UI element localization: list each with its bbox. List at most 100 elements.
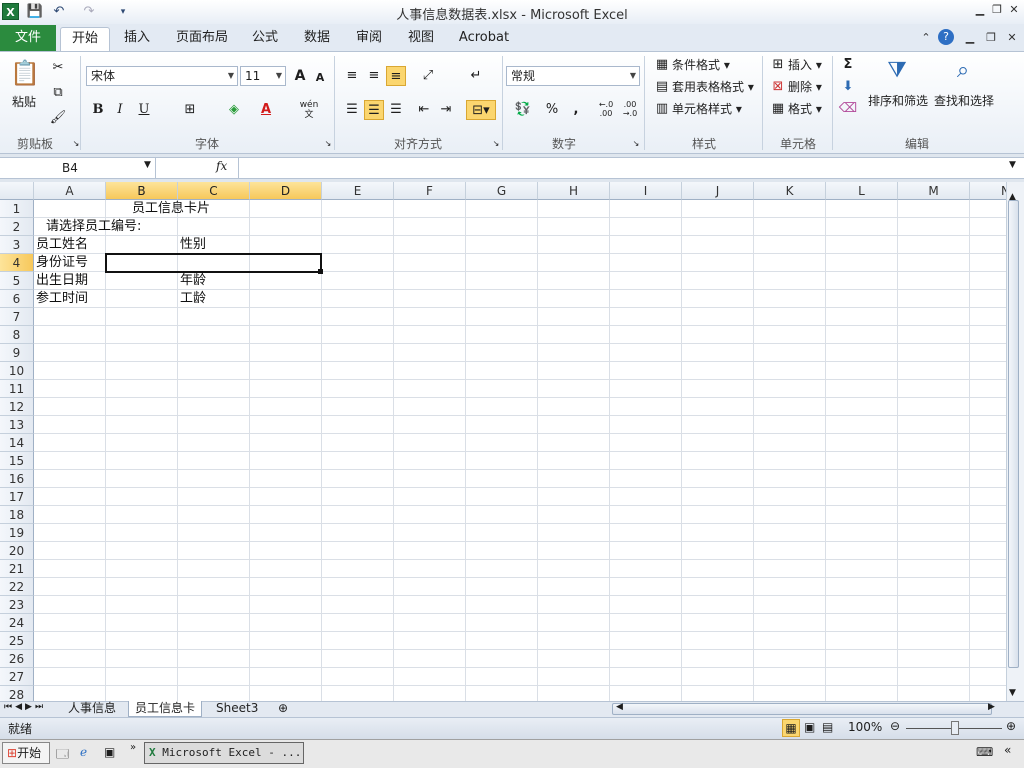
row-header-7[interactable]: 7 <box>0 308 34 326</box>
align-top-icon[interactable]: ≡ <box>342 66 362 86</box>
zoom-slider-thumb[interactable] <box>951 721 959 735</box>
decrease-indent-icon[interactable]: ⇤ <box>414 100 434 120</box>
row-header-13[interactable]: 13 <box>0 416 34 434</box>
formula-input[interactable] <box>238 158 1006 178</box>
insert-sheet-icon[interactable]: ⊕ <box>272 701 294 717</box>
autosum-icon[interactable]: Σ <box>838 55 858 75</box>
row-header-15[interactable]: 15 <box>0 452 34 470</box>
row-header-12[interactable]: 12 <box>0 398 34 416</box>
delete-cells-button[interactable]: 删除 ▾ <box>788 78 822 96</box>
tab-insert[interactable]: 插入 <box>116 27 158 51</box>
row-header-10[interactable]: 10 <box>0 362 34 380</box>
column-header-f[interactable]: F <box>394 182 466 200</box>
row-header-22[interactable]: 22 <box>0 578 34 596</box>
orientation-icon[interactable]: ⤢ <box>418 66 438 86</box>
italic-button[interactable]: I <box>110 100 130 120</box>
vertical-scroll-thumb[interactable] <box>1008 200 1019 668</box>
cell-C5[interactable]: 年龄 <box>180 272 206 290</box>
column-header-c[interactable]: C <box>178 182 250 200</box>
cell-A2[interactable]: 请选择员工编号: <box>46 218 141 236</box>
sheet-tab-sheet3[interactable]: Sheet3 <box>210 701 264 717</box>
row-header-19[interactable]: 19 <box>0 524 34 542</box>
doc-minimize-icon[interactable]: ▁ <box>962 30 978 46</box>
format-painter-icon[interactable]: 🖌 <box>48 108 68 128</box>
fill-icon[interactable]: ⬇ <box>838 77 858 97</box>
close-icon[interactable]: ✕ <box>1006 2 1022 18</box>
scroll-down-icon[interactable]: ▼ <box>1009 688 1016 698</box>
insert-cells-button[interactable]: 插入 ▾ <box>788 56 822 74</box>
sheet-tab-hr-info[interactable]: 人事信息 <box>62 701 122 717</box>
row-header-3[interactable]: 3 <box>0 236 34 254</box>
tray-expand-icon[interactable]: « <box>1004 743 1011 757</box>
column-header-a[interactable]: A <box>34 182 106 200</box>
font-size-combo[interactable]: 11 ▼ <box>240 66 286 86</box>
grow-font-icon[interactable]: A <box>290 66 310 86</box>
horizontal-scroll-thumb[interactable] <box>612 703 992 715</box>
zoom-level[interactable]: 100% <box>848 720 882 734</box>
row-header-9[interactable]: 9 <box>0 344 34 362</box>
row-header-1[interactable]: 1 <box>0 200 34 218</box>
align-center-icon[interactable]: ☰ <box>364 100 384 120</box>
row-header-28[interactable]: 28 <box>0 686 34 701</box>
row-header-26[interactable]: 26 <box>0 650 34 668</box>
taskbar-excel-button[interactable]: X Microsoft Excel - ... <box>144 742 304 764</box>
column-header-j[interactable]: J <box>682 182 754 200</box>
sort-filter-icon[interactable]: ⧩ <box>882 56 912 88</box>
page-break-view-icon[interactable]: ▤ <box>822 720 833 734</box>
row-header-8[interactable]: 8 <box>0 326 34 344</box>
fill-handle[interactable] <box>318 269 323 274</box>
doc-restore-icon[interactable]: ❐ <box>983 30 999 46</box>
minimize-icon[interactable]: ▁ <box>972 2 988 18</box>
sheet-nav-arrows-icon[interactable]: ⏮◀▶⏭ <box>4 702 46 712</box>
row-header-24[interactable]: 24 <box>0 614 34 632</box>
merge-center-icon[interactable]: ⊟▾ <box>466 100 496 120</box>
dialog-launcher-icon[interactable]: ↘ <box>626 134 646 154</box>
align-bottom-icon[interactable]: ≡ <box>386 66 406 86</box>
scroll-right-icon[interactable]: ▶ <box>988 702 995 712</box>
tab-formulas[interactable]: 公式 <box>244 27 286 51</box>
paste-button[interactable]: 粘贴 <box>12 93 36 111</box>
excel-app-icon[interactable]: X <box>2 3 19 20</box>
row-header-27[interactable]: 27 <box>0 668 34 686</box>
restore-icon[interactable]: ❐ <box>989 2 1005 18</box>
name-box-dropdown-icon[interactable]: ▼ <box>144 160 151 170</box>
row-header-5[interactable]: 5 <box>0 272 34 290</box>
sort-filter-button[interactable]: 排序和筛选 <box>868 92 928 110</box>
cell-B1[interactable]: 员工信息卡片 <box>132 200 210 218</box>
borders-icon[interactable]: ⊞ <box>180 100 200 120</box>
tab-data[interactable]: 数据 <box>296 27 338 51</box>
start-button[interactable]: ⊞开始 <box>2 742 50 764</box>
quicklaunch-icon[interactable]: 🗔 <box>56 745 69 766</box>
tab-file[interactable]: 文件 <box>0 25 56 51</box>
cell-A5[interactable]: 出生日期 <box>36 272 88 290</box>
active-cell-selection[interactable] <box>105 253 322 273</box>
column-header-n[interactable]: N <box>970 182 1006 200</box>
column-header-b[interactable]: B <box>106 182 178 200</box>
tab-page-layout[interactable]: 页面布局 <box>170 27 234 51</box>
cell-A4[interactable]: 身份证号 <box>36 254 88 272</box>
row-header-21[interactable]: 21 <box>0 560 34 578</box>
cell-C6[interactable]: 工龄 <box>180 290 206 308</box>
underline-button[interactable]: U <box>134 100 154 120</box>
dialog-launcher-icon[interactable]: ↘ <box>486 134 506 154</box>
increase-decimal-icon[interactable]: ←.0 .00 <box>596 100 616 120</box>
clear-icon[interactable]: ⌫ <box>838 99 858 119</box>
save-icon[interactable]: 💾 <box>26 3 44 21</box>
row-header-11[interactable]: 11 <box>0 380 34 398</box>
column-header-g[interactable]: G <box>466 182 538 200</box>
row-header-6[interactable]: 6 <box>0 290 34 308</box>
format-as-table-button[interactable]: 套用表格格式 ▾ <box>672 78 754 96</box>
doc-close-icon[interactable]: ✕ <box>1004 30 1020 46</box>
align-middle-icon[interactable]: ≡ <box>364 66 384 86</box>
zoom-out-icon[interactable]: ⊖ <box>890 719 900 733</box>
align-left-icon[interactable]: ☰ <box>342 100 362 120</box>
ribbon-collapse-icon[interactable]: ⌃ <box>918 30 934 46</box>
undo-icon[interactable]: ↶ <box>50 3 68 21</box>
ie-icon[interactable]: ℯ <box>80 745 87 759</box>
row-header-2[interactable]: 2 <box>0 218 34 236</box>
sheet-tab-employee-card[interactable]: 员工信息卡 <box>128 701 203 717</box>
column-header-h[interactable]: H <box>538 182 610 200</box>
column-header-k[interactable]: K <box>754 182 826 200</box>
align-right-icon[interactable]: ☰ <box>386 100 406 120</box>
normal-view-icon[interactable]: ▦ <box>782 719 800 737</box>
